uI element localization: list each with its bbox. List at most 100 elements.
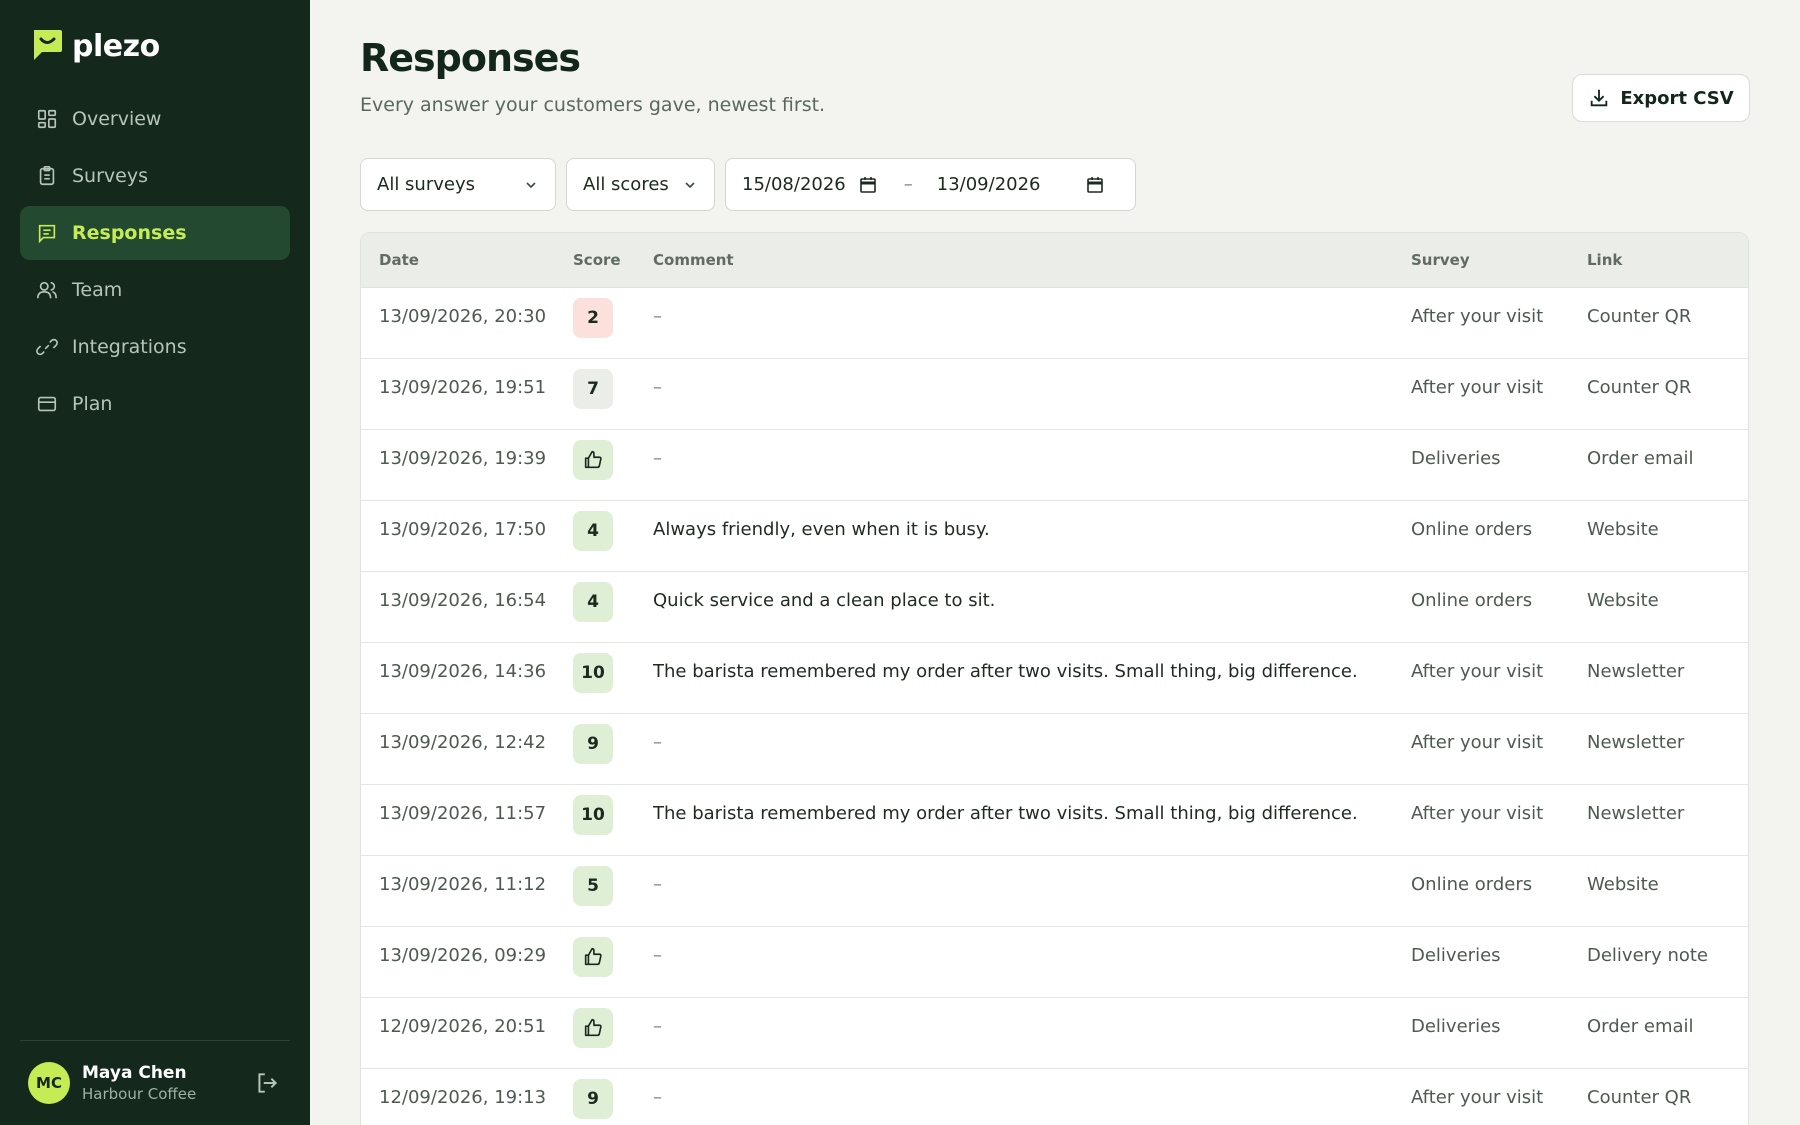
response-score-cell: 5: [573, 866, 653, 906]
logout-icon[interactable]: [254, 1070, 280, 1096]
responses-table: Date Score Comment Survey Link 13/09/202…: [360, 232, 1749, 1125]
date-from-value: 15/08/2026: [742, 174, 846, 195]
date-to-input[interactable]: 13/09/2026: [937, 174, 1105, 195]
chevron-down-icon: [685, 181, 695, 188]
grid-icon: [37, 109, 57, 129]
header-score[interactable]: Score: [573, 251, 653, 269]
response-date: 13/09/2026, 11:57: [379, 803, 547, 824]
table-row[interactable]: 13/09/2026, 19:51 7 – After your visit C…: [361, 359, 1748, 430]
response-date: 12/09/2026, 20:51: [379, 1016, 547, 1037]
table-row[interactable]: 13/09/2026, 17:50 4 Always friendly, eve…: [361, 501, 1748, 572]
table-row[interactable]: 12/09/2026, 19:13 9 – After your visit C…: [361, 1069, 1748, 1125]
response-survey: After your visit: [1411, 803, 1544, 824]
response-score-cell: 10: [573, 795, 653, 835]
response-comment: –: [653, 1016, 662, 1037]
sidebar-item-integrations[interactable]: Integrations: [20, 320, 290, 374]
response-survey: After your visit: [1411, 661, 1544, 682]
calendar-icon[interactable]: [858, 175, 878, 195]
sidebar-item-team[interactable]: Team: [20, 263, 290, 317]
table-row[interactable]: 13/09/2026, 11:57 10 The barista remembe…: [361, 785, 1748, 856]
score-badge: 10: [573, 795, 613, 835]
response-score-cell: 10: [573, 653, 653, 693]
sidebar-item-responses[interactable]: Responses: [20, 206, 290, 260]
table-row[interactable]: 13/09/2026, 09:29 – Deliveries Delivery …: [361, 927, 1748, 998]
user-info: Maya Chen Harbour Coffee: [82, 1063, 254, 1104]
header-link[interactable]: Link: [1587, 251, 1748, 269]
response-link: Website: [1587, 519, 1659, 540]
response-survey: After your visit: [1411, 306, 1544, 327]
response-comment: –: [653, 1087, 662, 1108]
header-comment[interactable]: Comment: [653, 251, 1411, 269]
score-select[interactable]: All scores: [566, 158, 715, 211]
card-icon: [37, 396, 57, 412]
logo[interactable]: plezo: [30, 28, 160, 64]
chevron-down-icon: [526, 181, 536, 188]
score-badge: 2: [573, 298, 613, 338]
sidebar-item-plan[interactable]: Plan: [20, 377, 290, 431]
response-survey: After your visit: [1411, 1087, 1544, 1108]
logo-icon: [30, 28, 64, 64]
response-link: Counter QR: [1587, 1087, 1692, 1108]
export-csv-label: Export CSV: [1620, 87, 1734, 109]
main-content: Responses Every answer your customers ga…: [310, 0, 1800, 1125]
table-row[interactable]: 13/09/2026, 19:39 – Deliveries Order ema…: [361, 430, 1748, 501]
app-name: plezo: [72, 28, 160, 64]
response-survey: Deliveries: [1411, 1016, 1501, 1037]
score-badge: 4: [573, 511, 613, 551]
table-row[interactable]: 12/09/2026, 20:51 – Deliveries Order ema…: [361, 998, 1748, 1069]
score-badge: 4: [573, 582, 613, 622]
date-separator: –: [903, 174, 913, 195]
response-score-cell: 4: [573, 582, 653, 622]
table-row[interactable]: 13/09/2026, 16:54 4 Quick service and a …: [361, 572, 1748, 643]
response-comment: –: [653, 306, 662, 327]
survey-select[interactable]: All surveys: [360, 158, 556, 211]
header-date[interactable]: Date: [361, 251, 573, 269]
users-icon: [37, 281, 57, 299]
avatar[interactable]: MC: [28, 1062, 70, 1104]
user-org: Harbour Coffee: [82, 1084, 197, 1103]
table-row[interactable]: 13/09/2026, 20:30 2 – After your visit C…: [361, 288, 1748, 359]
response-score-cell: 7: [573, 369, 653, 409]
page-subtitle: Every answer your customers gave, newest…: [360, 94, 826, 116]
sidebar: plezo Overview Surveys Responses Team In…: [0, 0, 310, 1125]
date-to-value: 13/09/2026: [936, 174, 1041, 195]
table-row[interactable]: 13/09/2026, 12:42 9 – After your visit N…: [361, 714, 1748, 785]
export-csv-button[interactable]: Export CSV: [1572, 74, 1750, 122]
user-panel: MC Maya Chen Harbour Coffee: [20, 1040, 290, 1125]
download-icon: [1591, 89, 1608, 107]
table-body: 13/09/2026, 20:30 2 – After your visit C…: [361, 288, 1748, 1125]
response-score-cell: 9: [573, 1079, 653, 1119]
response-survey: Online orders: [1411, 874, 1533, 895]
sidebar-item-label: Plan: [72, 393, 113, 415]
sidebar-item-surveys[interactable]: Surveys: [20, 149, 290, 203]
thumbs-up-icon: [584, 450, 602, 469]
response-comment: –: [653, 945, 662, 966]
response-score-cell: 2: [573, 298, 653, 338]
response-link: Order email: [1587, 1016, 1694, 1037]
sidebar-item-label: Responses: [72, 222, 187, 244]
response-date: 13/09/2026, 20:30: [379, 306, 547, 327]
score-badge: [573, 440, 613, 480]
sidebar-item-label: Overview: [72, 108, 162, 130]
response-date: 12/09/2026, 19:13: [379, 1087, 547, 1108]
response-link: Counter QR: [1587, 306, 1692, 327]
score-badge: [573, 1008, 613, 1048]
calendar-icon[interactable]: [1085, 175, 1105, 195]
table-row[interactable]: 13/09/2026, 14:36 10 The barista remembe…: [361, 643, 1748, 714]
response-score-cell: [573, 937, 653, 977]
sidebar-item-label: Integrations: [72, 336, 187, 358]
sidebar-item-overview[interactable]: Overview: [20, 92, 290, 146]
link-icon: [36, 338, 58, 356]
sidebar-item-label: Surveys: [72, 165, 148, 187]
response-comment: Quick service and a clean place to sit.: [653, 590, 996, 611]
response-link: Order email: [1587, 448, 1694, 469]
date-from-input[interactable]: 15/08/2026: [742, 174, 878, 195]
response-link: Website: [1587, 874, 1659, 895]
response-comment: –: [653, 377, 662, 398]
response-link: Newsletter: [1587, 661, 1685, 682]
table-row[interactable]: 13/09/2026, 11:12 5 – Online orders Webs…: [361, 856, 1748, 927]
response-comment: –: [653, 448, 662, 469]
response-survey: After your visit: [1411, 377, 1544, 398]
header-survey[interactable]: Survey: [1411, 251, 1587, 269]
date-range: 15/08/2026 – 13/09/2026: [725, 158, 1136, 211]
